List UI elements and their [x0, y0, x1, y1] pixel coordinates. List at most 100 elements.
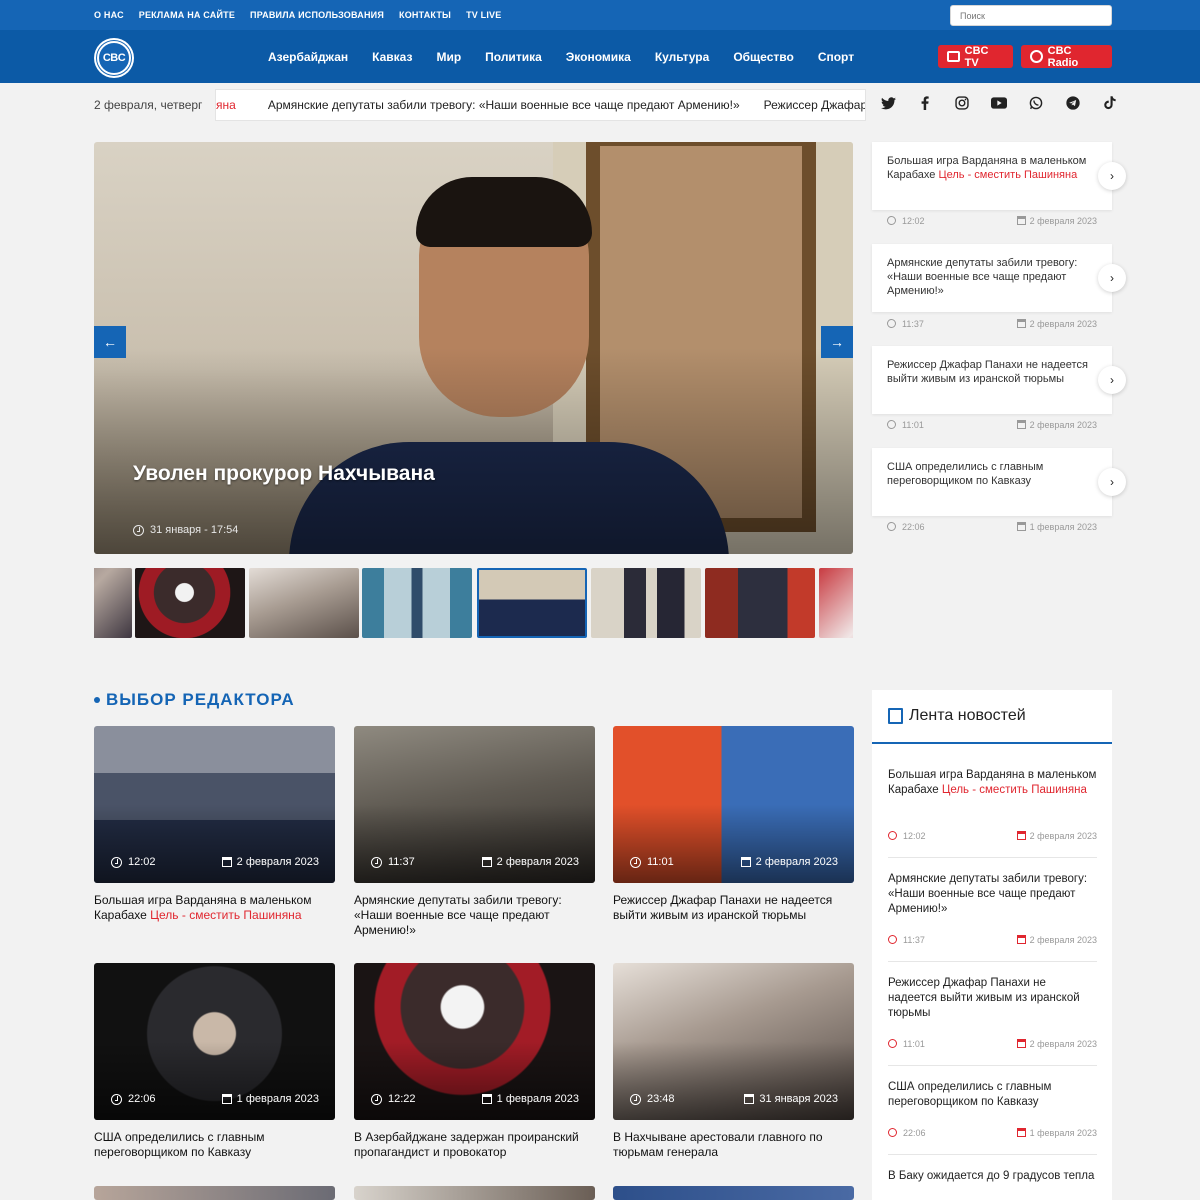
- article-card-title[interactable]: Большая игра Варданяна в маленьком Караб…: [94, 893, 335, 923]
- card-date-text: 1 февраля 2023: [236, 1093, 319, 1105]
- card-time-text: 23:48: [647, 1093, 675, 1105]
- side-news-card[interactable]: США определились с главным переговорщико…: [872, 448, 1126, 516]
- feed-item-text: В Баку ожидается до 9 градусов тепла: [888, 1170, 1095, 1182]
- clock-icon: [371, 856, 382, 868]
- menu-item-culture[interactable]: Культура: [655, 50, 709, 64]
- cbc-tv-button[interactable]: CBC TV: [938, 45, 1013, 69]
- card-date: 1 февраля 2023: [221, 1093, 319, 1105]
- slider-thumbnail[interactable]: [705, 568, 815, 638]
- card-time: 12:22: [371, 1093, 416, 1105]
- article-card-title[interactable]: Режиссер Джафар Панахи не надеется выйти…: [613, 893, 854, 923]
- feed-item[interactable]: США определились с главным переговорщико…: [888, 1080, 1097, 1110]
- calendar-icon: [740, 857, 751, 867]
- article-card-title[interactable]: Армянские депутаты забили тревогу: «Наши…: [354, 893, 595, 938]
- card-time-text: 11:01: [647, 856, 674, 868]
- cbc-radio-button[interactable]: CBC Radio: [1021, 45, 1112, 69]
- top-link-contacts[interactable]: КОНТАКТЫ: [399, 10, 451, 20]
- feed-item-text: Режиссер Джафар Панахи не надеется выйти…: [888, 977, 1080, 1019]
- article-card-image[interactable]: 11:01 2 февраля 2023: [613, 726, 854, 883]
- twitter-icon[interactable]: [880, 95, 896, 111]
- article-card-title[interactable]: В Азербайджане задержан проиранский проп…: [354, 1130, 595, 1160]
- card-time-text: 12:02: [128, 856, 156, 868]
- side-news-time: 12:02: [902, 216, 925, 226]
- hero-slider[interactable]: Уволен прокурор Нахчывана 31 января - 17…: [94, 142, 853, 554]
- slider-thumbnail-active[interactable]: [477, 568, 587, 638]
- article-card-image[interactable]: 12:22 1 февраля 2023: [354, 963, 595, 1120]
- youtube-icon[interactable]: [991, 95, 1007, 111]
- article-card-image[interactable]: 12:02 2 февраля 2023: [94, 726, 335, 883]
- tv-icon: [947, 51, 960, 62]
- slider-thumbnail[interactable]: [819, 568, 853, 638]
- top-link-advertising[interactable]: РЕКЛАМА НА САЙТЕ: [139, 10, 235, 20]
- side-news-meta: 11:37 2 февраля 2023: [887, 319, 1097, 329]
- news-ticker[interactable]: яна Армянские депутаты забили тревогу: «…: [215, 89, 866, 121]
- chevron-right-icon[interactable]: ›: [1098, 468, 1126, 496]
- top-bar: О НАС РЕКЛАМА НА САЙТЕ ПРАВИЛА ИСПОЛЬЗОВ…: [0, 0, 1200, 30]
- slider-prev-button[interactable]: ←: [94, 326, 126, 358]
- menu-item-society[interactable]: Общество: [733, 50, 794, 64]
- slider-thumbnail[interactable]: [135, 568, 245, 638]
- article-card-image[interactable]: 23:48 31 января 2023: [613, 963, 854, 1120]
- site-logo[interactable]: CBC: [94, 38, 134, 78]
- hero-title[interactable]: Уволен прокурор Нахчывана: [133, 462, 435, 486]
- feed-item-text: Армянские депутаты забили тревогу: «Наши…: [888, 873, 1088, 915]
- article-card-image[interactable]: [94, 1186, 335, 1200]
- slider-thumbnail[interactable]: [591, 568, 701, 638]
- facebook-icon[interactable]: [917, 95, 933, 111]
- card-date: 2 февраля 2023: [481, 856, 579, 868]
- article-card-title[interactable]: США определились с главным переговорщико…: [94, 1130, 335, 1160]
- hero-overlay: [94, 142, 853, 554]
- chevron-right-icon[interactable]: ›: [1098, 264, 1126, 292]
- top-link-tv-live[interactable]: TV LIVE: [466, 10, 501, 20]
- slider-thumbnail[interactable]: [249, 568, 359, 638]
- chevron-right-icon[interactable]: ›: [1098, 366, 1126, 394]
- chevron-right-icon[interactable]: ›: [1098, 162, 1126, 190]
- side-news-card[interactable]: Армянские депутаты забили тревогу: «Наши…: [872, 244, 1126, 312]
- clock-icon: [888, 1039, 897, 1048]
- slider-next-button[interactable]: →: [821, 326, 853, 358]
- menu-item-azerbaijan[interactable]: Азербайджан: [268, 50, 348, 64]
- card-title-highlight: Цель - сместить Пашиняна: [150, 908, 302, 922]
- side-news-time-wrap: 11:01: [887, 420, 924, 430]
- editors-choice-heading: ВЫБОР РЕДАКТОРА: [94, 690, 295, 710]
- ticker-item[interactable]: Режиссер Джафар: [764, 98, 865, 112]
- telegram-icon[interactable]: [1065, 95, 1081, 111]
- arrow-right-icon: →: [830, 334, 844, 350]
- slider-thumbnail[interactable]: [94, 568, 132, 638]
- whatsapp-icon[interactable]: [1028, 95, 1044, 111]
- arrow-left-icon: ←: [103, 334, 117, 350]
- top-link-about[interactable]: О НАС: [94, 10, 124, 20]
- side-news-card[interactable]: Большая игра Варданяна в маленьком Караб…: [872, 142, 1126, 210]
- side-news-card[interactable]: Режиссер Джафар Панахи не надеется выйти…: [872, 346, 1126, 414]
- menu-item-economy[interactable]: Экономика: [566, 50, 631, 64]
- clock-icon: [887, 216, 896, 225]
- menu-item-sport[interactable]: Спорт: [818, 50, 854, 64]
- divider: [888, 1065, 1097, 1066]
- feed-item[interactable]: Режиссер Джафар Панахи не надеется выйти…: [888, 976, 1097, 1021]
- feed-item[interactable]: В Баку ожидается до 9 градусов тепла: [888, 1169, 1097, 1184]
- side-news-meta: 11:01 2 февраля 2023: [887, 420, 1097, 430]
- card-title-text: Армянские депутаты забили тревогу: «Наши…: [354, 893, 562, 937]
- slider-thumbnail[interactable]: [362, 568, 472, 638]
- feed-date-wrap: 1 февраля 2023: [1016, 1128, 1097, 1138]
- article-card-image[interactable]: [354, 1186, 595, 1200]
- side-news-time: 11:01: [902, 420, 924, 430]
- divider: [888, 857, 1097, 858]
- article-card-title[interactable]: В Нахчыване арестовали главного по тюрьм…: [613, 1130, 854, 1160]
- article-card-image[interactable]: 11:37 2 февраля 2023: [354, 726, 595, 883]
- calendar-icon: [1016, 319, 1026, 328]
- article-card-image[interactable]: 22:06 1 февраля 2023: [94, 963, 335, 1120]
- feed-item[interactable]: Большая игра Варданяна в маленьком Караб…: [888, 768, 1097, 798]
- side-news-date: 1 февраля 2023: [1029, 522, 1097, 532]
- card-date-text: 2 февраля 2023: [236, 856, 319, 868]
- menu-item-caucasus[interactable]: Кавказ: [372, 50, 412, 64]
- menu-item-politics[interactable]: Политика: [485, 50, 542, 64]
- feed-item[interactable]: Армянские депутаты забили тревогу: «Наши…: [888, 872, 1097, 917]
- menu-item-world[interactable]: Мир: [436, 50, 461, 64]
- ticker-item[interactable]: Армянские депутаты забили тревогу: «Наши…: [268, 98, 740, 112]
- instagram-icon[interactable]: [954, 95, 970, 111]
- article-card-image[interactable]: [613, 1186, 854, 1200]
- top-link-rules[interactable]: ПРАВИЛА ИСПОЛЬЗОВАНИЯ: [250, 10, 384, 20]
- search-input[interactable]: [950, 5, 1112, 26]
- tiktok-icon[interactable]: [1102, 95, 1118, 111]
